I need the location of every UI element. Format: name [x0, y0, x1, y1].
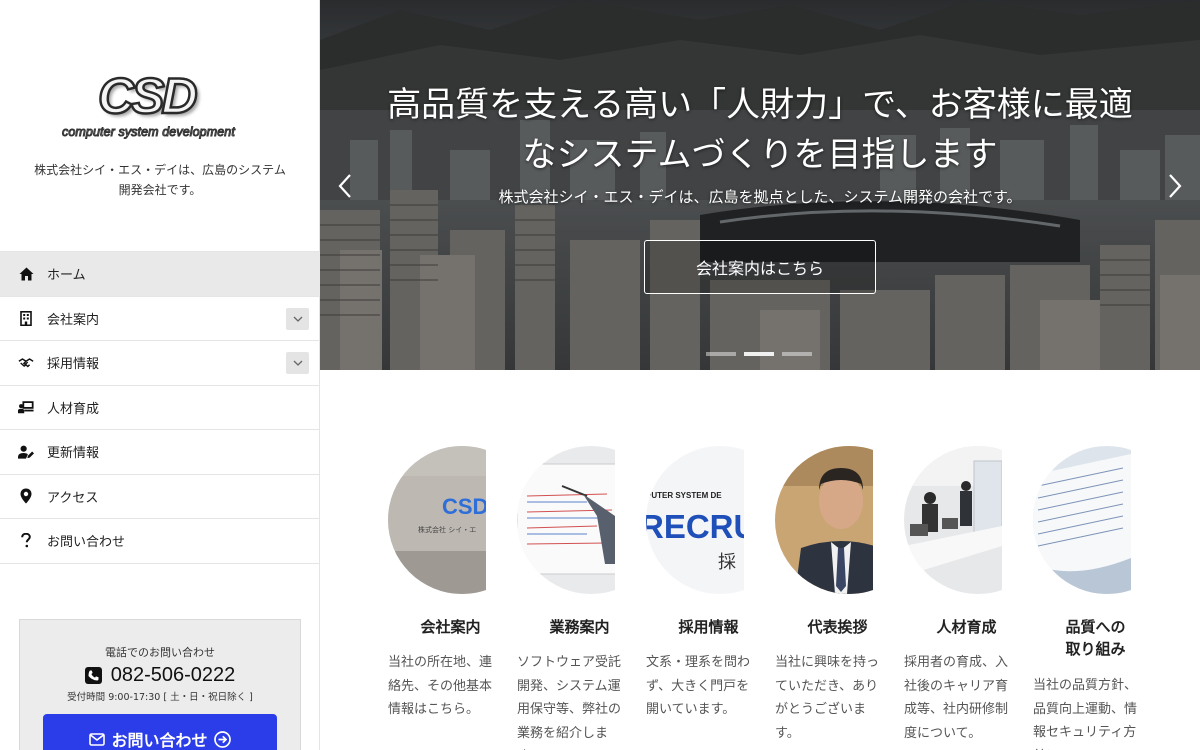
- site-logo[interactable]: CSD computer system development: [60, 66, 260, 144]
- building-icon: [18, 310, 34, 326]
- nav-label-home: ホーム: [47, 268, 86, 284]
- phone-contact-box: 電話でのお問い合わせ 082-506-0222 受付時間 9:00-17:30 …: [19, 619, 301, 750]
- card-title-recruit: 採用情報: [678, 618, 739, 636]
- hero-slider: 高品質を支える高い「人財力」で、お客様に最適 なシステムづくりを目指します 株式…: [320, 0, 1200, 370]
- page: CSD computer system development 株式会社シイ・エ…: [0, 0, 1200, 750]
- nav-label-contact: お問い合わせ: [47, 535, 126, 551]
- card-text-company: 当社の所在地、連絡先、その他基本情報はこちら。: [388, 655, 493, 717]
- svg-text:PUTER SYSTEM DE: PUTER SYSTEM DE: [646, 491, 722, 500]
- nav-divider: [0, 563, 320, 564]
- nav-item-access[interactable]: アクセス: [0, 475, 320, 519]
- hero-title-line-2: なシステムづくりを目指します: [522, 135, 998, 175]
- svg-text:RECRU: RECRU: [646, 508, 744, 545]
- nav-label-company: 会社案内: [47, 312, 100, 328]
- card-text-training: 採用者の育成、入社後のキャリア育成等、社内研修制度について。: [904, 655, 1009, 741]
- hero-title: 高品質を支える高い「人財力」で、お客様に最適 なシステムづくりを目指します: [360, 80, 1160, 180]
- svg-text:株式会社 シイ・エ: 株式会社 シイ・エ: [418, 525, 476, 534]
- nav-label-access: アクセス: [47, 490, 99, 506]
- mail-icon: [89, 732, 106, 746]
- card-title-company: 会社案内: [420, 618, 481, 636]
- card-text-services: ソフトウェア受託開発、システム運用保守等、弊社の業務を紹介します。: [517, 655, 622, 750]
- slider-next-icon[interactable]: [1166, 172, 1184, 200]
- card-title-quality-line-2: 取り組み: [1065, 640, 1126, 658]
- contact-heading: 電話でのお問い合わせ: [105, 646, 215, 659]
- question-icon: [18, 533, 34, 549]
- nav-label-news: 更新情報: [47, 446, 100, 462]
- feature-cards: CSD 株式会社 シイ・エ 会社案内 当社の所在地、連絡先、その他基本情報はこち…: [388, 446, 1148, 750]
- hero-dark-overlay: [320, 0, 1200, 370]
- card-quality[interactable]: 品質への 取り組み 当社の品質方針、品質向上運動、情報セキュリティ方針について。: [1033, 446, 1143, 750]
- arrow-circle-right-icon: [213, 730, 231, 748]
- slider-indicators: [706, 352, 812, 356]
- nav-item-contact[interactable]: お問い合わせ: [0, 519, 320, 564]
- map-pin-icon: [18, 488, 34, 504]
- card-image-training-room[interactable]: [904, 446, 1002, 594]
- card-text-quality: 当社の品質方針、品質向上運動、情報セキュリティ方針について。: [1033, 678, 1138, 750]
- hero-subtitle: 株式会社シイ・エス・デイは、広島を拠点とした、システム開発の会社です。: [498, 188, 1022, 206]
- nav-item-recruit[interactable]: 採用情報: [0, 341, 320, 386]
- nav-item-training[interactable]: 人材育成: [0, 386, 320, 430]
- slider-dot-3[interactable]: [782, 352, 812, 356]
- card-image-president[interactable]: [775, 446, 873, 594]
- business-hours: 受付時間 9:00-17:30 [ 土・日・祝日除く ]: [67, 692, 253, 703]
- training-icon: [18, 399, 34, 415]
- card-title-training: 人材育成: [936, 618, 997, 636]
- card-text-message: 当社に興味を持っていただき、ありがとうございます。: [775, 655, 880, 741]
- chevron-down-icon: [293, 360, 302, 366]
- user-edit-icon: [18, 444, 34, 460]
- sidebar: CSD computer system development 株式会社シイ・エ…: [0, 0, 320, 750]
- nav-item-news[interactable]: 更新情報: [0, 430, 320, 475]
- card-text-recruit: 文系・理系を問わず、大きく門戸を開いています。: [646, 655, 751, 717]
- svg-text:CSD: CSD: [442, 494, 486, 519]
- card-image-office-sign[interactable]: CSD 株式会社 シイ・エ: [388, 446, 486, 594]
- card-title-message: 代表挨拶: [807, 618, 868, 636]
- card-title-quality: 品質への 取り組み: [1033, 616, 1158, 660]
- nav-label-training: 人材育成: [47, 401, 100, 417]
- contact-button[interactable]: お問い合わせ: [43, 714, 277, 750]
- phone-icon: [84, 667, 102, 684]
- slider-dot-2[interactable]: [744, 352, 774, 356]
- logo-mark: CSD: [97, 67, 199, 126]
- chevron-down-icon: [293, 316, 302, 322]
- card-image-documents[interactable]: [1033, 446, 1131, 594]
- svg-text:採: 採: [718, 552, 736, 573]
- card-title-quality-line-1: 品質への: [1065, 618, 1126, 636]
- nav-item-home[interactable]: ホーム: [0, 252, 320, 297]
- card-message[interactable]: 代表挨拶 当社に興味を持っていただき、ありがとうございます。: [775, 446, 885, 750]
- handshake-icon: [18, 355, 34, 371]
- logo-tagline: computer system development: [62, 125, 236, 140]
- hero-company-button[interactable]: 会社案内はこちら: [644, 240, 876, 294]
- phone-number: 082-506-0222: [110, 664, 236, 686]
- home-icon: [18, 266, 34, 282]
- hero-title-line-1: 高品質を支える高い「人財力」で、お客様に最適: [387, 85, 1133, 125]
- slider-dot-1[interactable]: [706, 352, 736, 356]
- site-description: 株式会社シイ・エス・デイは、広島のシステム開発会社です。: [34, 163, 286, 197]
- card-title-services: 業務案内: [549, 618, 610, 636]
- company-submenu-toggle[interactable]: [286, 307, 309, 330]
- nav-label-recruit: 採用情報: [47, 357, 100, 373]
- recruit-submenu-toggle[interactable]: [286, 352, 309, 374]
- card-services[interactable]: 業務案内 ソフトウェア受託開発、システム運用保守等、弊社の業務を紹介します。: [517, 446, 627, 750]
- card-company[interactable]: CSD 株式会社 シイ・エ 会社案内 当社の所在地、連絡先、その他基本情報はこち…: [388, 446, 498, 750]
- card-recruit[interactable]: PUTER SYSTEM DE RECRU 採 採用情報 文系・理系を問わず、大…: [646, 446, 756, 750]
- card-image-presentation[interactable]: [517, 446, 615, 594]
- contact-phone[interactable]: 082-506-0222: [20, 664, 300, 687]
- nav-item-company[interactable]: 会社案内: [0, 297, 320, 341]
- card-image-recruit[interactable]: PUTER SYSTEM DE RECRU 採: [646, 446, 744, 594]
- main-nav: ホーム 会社案内 採用情報 人材育成 更新情報 アクセス お問い合わせ: [0, 251, 320, 564]
- card-training[interactable]: 人材育成 採用者の育成、入社後のキャリア育成等、社内研修制度について。: [904, 446, 1014, 750]
- slider-prev-icon[interactable]: [336, 172, 354, 200]
- contact-button-label: お問い合わせ: [111, 731, 208, 750]
